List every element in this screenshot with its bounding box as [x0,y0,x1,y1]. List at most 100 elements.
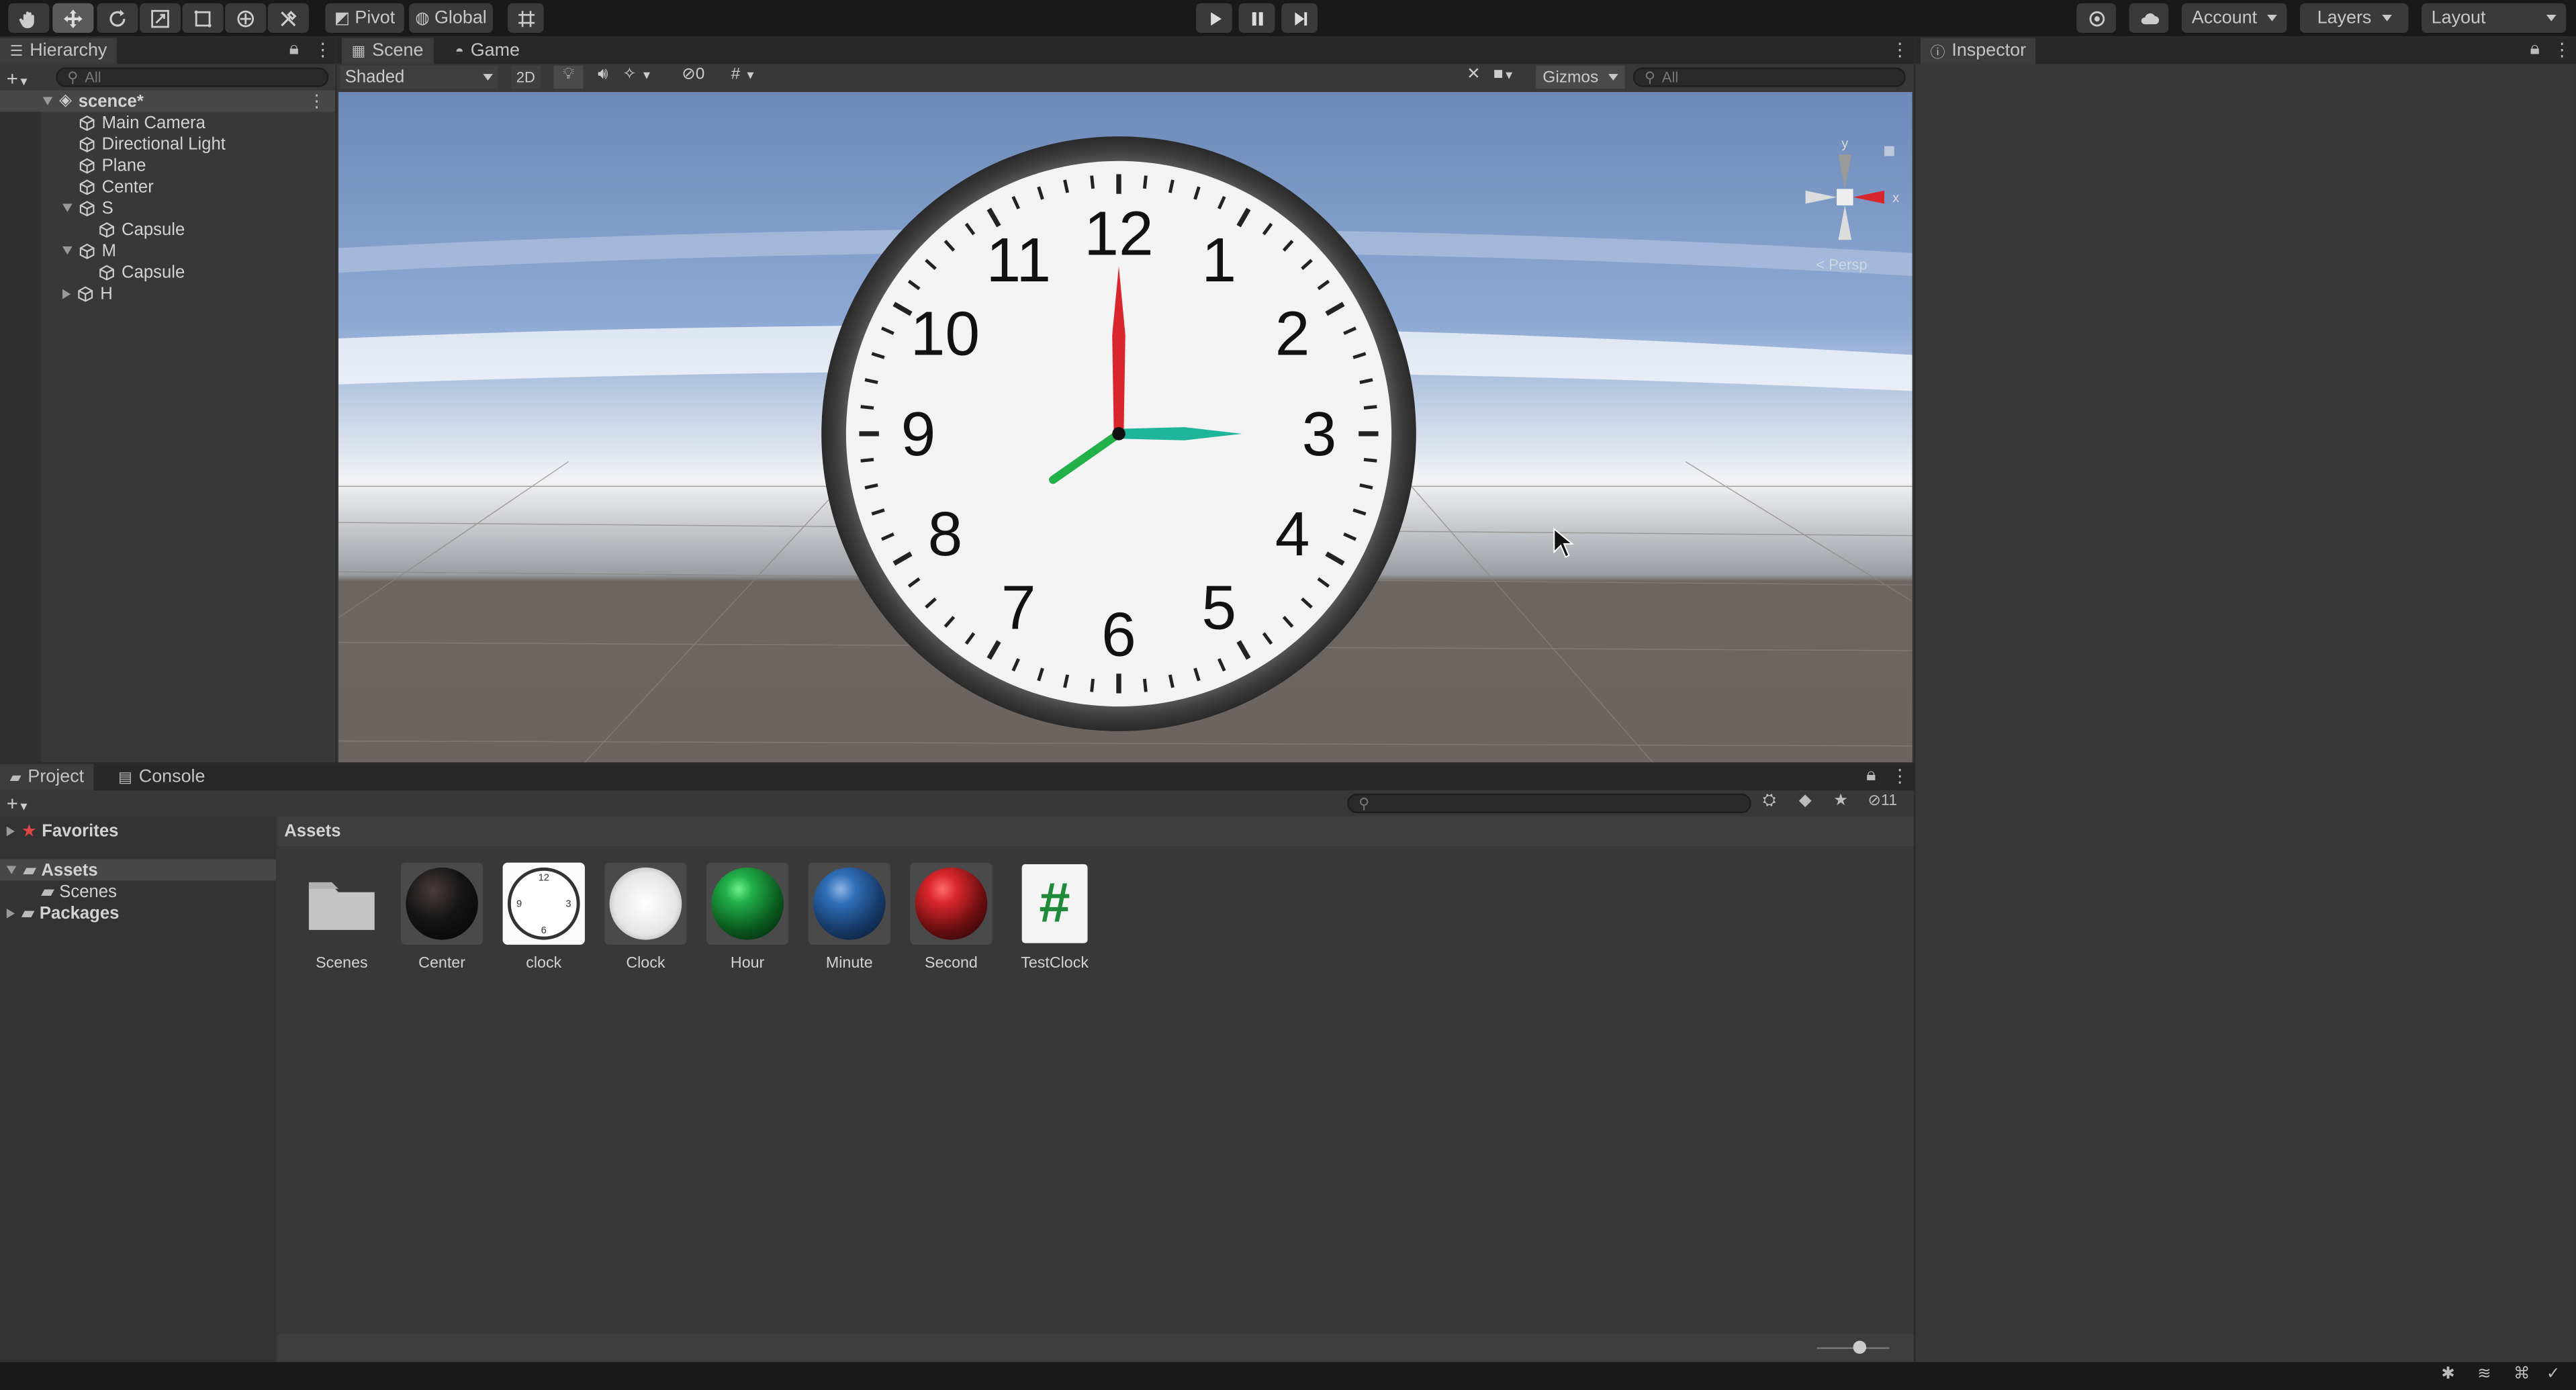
hierarchy-item-plane[interactable]: Plane [0,154,146,176]
clock-tick [1363,457,1377,463]
check-circle-icon[interactable]: ✓ [2546,1365,2561,1383]
hierarchy-item-capsule[interactable]: Capsule [0,261,185,283]
scale-tool-button[interactable] [139,3,181,33]
foldout-closed-icon[interactable] [6,825,15,836]
foldout-open-icon[interactable] [6,866,17,874]
audio-toggle[interactable]: 🔊︎ [588,66,618,89]
hierarchy-item-center[interactable]: Center [0,176,154,197]
grid-snap-button[interactable] [507,3,544,33]
layers-dropdown[interactable]: Layers [2299,3,2409,33]
tools-cross-icon: ✕ [1467,65,1481,84]
foldout-open-icon[interactable] [62,246,73,255]
filter-by-type-icon[interactable]: ⛭ [1763,792,1776,810]
asset-scenes[interactable]: Scenes [294,863,389,973]
bug-icon[interactable]: ✱ [2441,1365,2455,1383]
folder-tab-icon: ▰ [9,768,21,785]
tab-inspector[interactable]: ⓘ Inspector [1920,38,2036,64]
layout-dropdown[interactable]: Layout [2421,3,2567,33]
asset-clock-texture[interactable]: 12 3 6 9 clock [496,862,592,973]
hierarchy-item-main-camera[interactable]: Main Camera [0,111,205,133]
kebab-menu-icon[interactable]: ⋮ [314,40,332,60]
network-icon[interactable]: ⌘ [2514,1365,2530,1383]
hierarchy-search-input[interactable]: ⚲ All [56,67,329,87]
hidden-packages-toggle[interactable]: ⊘11 [1868,792,1898,810]
breadcrumb[interactable]: Assets [277,817,1915,847]
effects-dropdown[interactable]: ✧ ▼ [623,66,672,89]
hierarchy-item-s[interactable]: S [0,197,113,219]
hierarchy-item-directional-light[interactable]: Directional Light [0,133,226,154]
tab-game[interactable]: ◓ Game [445,38,530,64]
scene-root-row[interactable]: ◈ scence* ⋮ [0,90,336,112]
tab-hierarchy[interactable]: ☰ Hierarchy [0,38,118,64]
collab-button[interactable] [2076,3,2116,33]
lighting-toggle[interactable]: 💡︎ [553,65,584,89]
kebab-menu-icon[interactable]: ⋮ [1891,766,1909,787]
projection-label[interactable]: < Persp [1816,256,1867,273]
gizmos-dropdown[interactable]: Gizmos [1536,65,1625,89]
pause-button[interactable] [1238,3,1275,33]
tree-item-favorites[interactable]: ★ Favorites [0,820,118,841]
2d-toggle[interactable]: 2D [510,65,541,89]
account-dropdown[interactable]: Account [2181,3,2287,33]
hierarchy-item-h[interactable]: H [0,283,113,304]
lightbulb-icon: 💡︎ [562,65,575,84]
filter-by-label-icon[interactable]: ◆ [1799,792,1812,810]
asset-minute[interactable]: Minute [802,862,897,973]
zoom-slider-thumb[interactable] [1853,1340,1867,1354]
project-search-input[interactable]: ⚲ [1347,793,1751,814]
camera-settings-dropdown[interactable]: ■▼ [1493,66,1536,89]
cloud-button[interactable] [2129,3,2169,33]
effects-icon: ✧ [623,65,637,84]
move-tool-button[interactable] [52,3,94,33]
scene-viewport[interactable]: 12 12 3 45678 9 1011 y x < Persp [338,92,1913,763]
tree-item-assets[interactable]: ▰ Assets [0,859,276,881]
tab-scene[interactable]: ▦ Scene [341,38,434,64]
tree-item-scenes[interactable]: ▰ Scenes [0,880,117,902]
breadcrumb-assets[interactable]: Assets [284,821,340,841]
asset-clock-material[interactable]: Clock [598,862,693,973]
scene-menu-icon[interactable]: ⋮ [308,91,326,111]
grid-visibility-dropdown[interactable]: # ▼ [731,66,780,89]
layers-stack-icon[interactable]: ≋ [2477,1365,2491,1383]
gizmo-lock-icon[interactable] [1884,146,1894,156]
asset-second[interactable]: Second [904,862,999,973]
foldout-closed-icon[interactable] [62,288,71,299]
rect-tool-button[interactable] [182,3,224,33]
hierarchy-item-m[interactable]: M [0,240,116,261]
tab-console[interactable]: ▤ Console [108,764,215,790]
tools-overlay-toggle[interactable]: ✕ [1459,66,1488,89]
lock-icon[interactable]: 🔒︎ [2530,40,2539,61]
clock-tick [860,457,874,463]
project-tree: ★ Favorites ▰ Assets ▰ Scenes ▰ Packages [0,817,276,1362]
kebab-menu-icon[interactable]: ⋮ [1891,40,1909,60]
kebab-menu-icon[interactable]: ⋮ [2553,40,2571,60]
search-icon: ⚲ [67,68,79,85]
hidden-objects-toggle[interactable]: ⊘0 [682,66,725,89]
foldout-open-icon[interactable] [62,203,73,212]
custom-tool-button[interactable] [267,3,309,33]
clock-object[interactable]: 12 12 3 45678 9 1011 [821,136,1416,731]
clock-number: 7 [1001,572,1036,642]
step-button[interactable] [1281,3,1318,33]
shading-mode-dropdown[interactable]: Shaded [340,65,498,89]
lock-icon[interactable]: 🔒︎ [289,40,299,61]
hand-tool-button[interactable] [8,3,50,33]
project-create-button[interactable]: +▼ [7,792,30,815]
tree-item-packages[interactable]: ▰ Packages [0,902,119,923]
global-toggle[interactable]: ◍ Global [409,3,493,33]
asset-center[interactable]: Center [394,862,490,973]
clock-tick [1363,405,1377,410]
foldout-closed-icon[interactable] [6,907,15,918]
tab-project[interactable]: ▰ Project [0,763,94,790]
lock-icon[interactable]: 🔒︎ [1866,766,1876,787]
transform-tool-button[interactable] [225,3,267,33]
scene-search-input[interactable]: ⚲ All [1632,67,1906,87]
rotate-tool-button[interactable] [97,3,138,33]
favorite-star-icon[interactable]: ★ [1833,792,1848,810]
asset-hour[interactable]: Hour [700,862,795,973]
hierarchy-item-capsule[interactable]: Capsule [0,218,185,240]
asset-testclock-script[interactable]: # TestClock [1007,863,1103,973]
create-button[interactable]: +▼ [7,67,30,90]
pivot-toggle[interactable]: ◩ Pivot [325,3,404,33]
play-button[interactable] [1195,3,1232,33]
